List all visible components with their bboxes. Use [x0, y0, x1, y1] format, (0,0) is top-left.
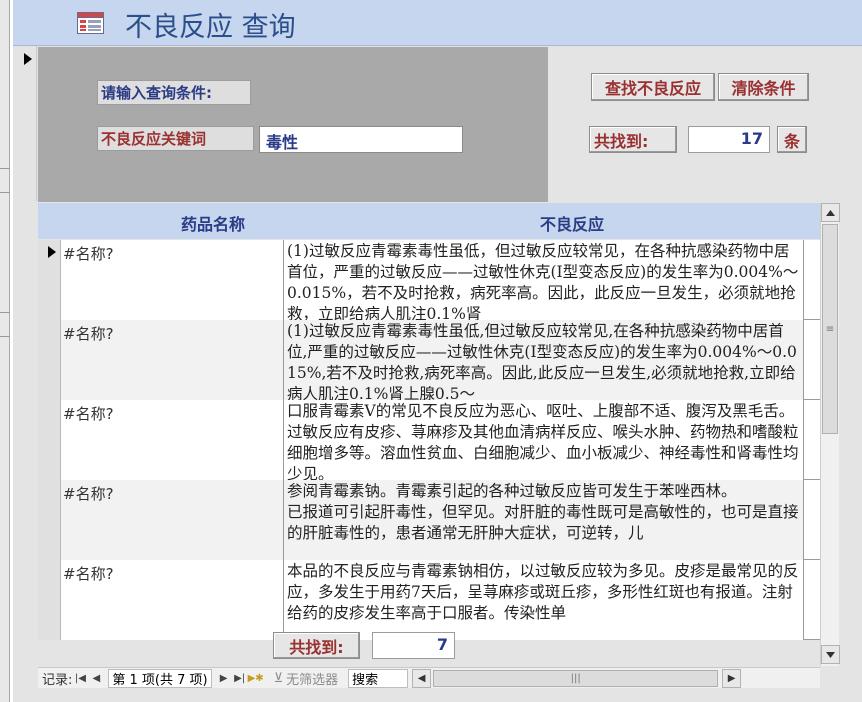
record-position-field[interactable]: 第 1 项(共 7 项) [108, 668, 212, 688]
form-title: 不良反应 查询 [125, 12, 296, 43]
filter-label: 无筛选器 [286, 672, 339, 688]
reaction-cell[interactable]: (1)过敏反应青霉素毒性虽低，但过敏反应较常见，在各种抗感染药物中居首位，严重的… [284, 240, 804, 320]
record-label: 记录: [42, 672, 73, 688]
row-selector[interactable] [38, 480, 61, 560]
current-record-arrow-icon [24, 53, 32, 65]
keyword-label: 不良反应关键词 [97, 126, 254, 151]
grid-header: 药品名称 不良反应 [38, 203, 820, 239]
drug-name-cell[interactable]: #名称? [61, 480, 284, 560]
row-selector[interactable] [38, 560, 61, 640]
vertical-scroll-thumb[interactable]: ≡ [822, 224, 838, 434]
form-icon [77, 12, 104, 34]
last-record-button[interactable]: ▶| [232, 669, 248, 688]
find-reaction-button[interactable]: 查找不良反应 [591, 73, 715, 101]
column-header-adverse-reaction[interactable]: 不良反应 [540, 211, 604, 235]
form-record-selector[interactable] [13, 46, 37, 201]
row-selector[interactable] [38, 240, 61, 320]
keyword-input[interactable]: 毒性 [259, 126, 463, 153]
current-row-arrow-icon [48, 246, 56, 258]
row-selector[interactable] [38, 400, 61, 480]
criteria-panel [38, 47, 548, 202]
drug-name-cell[interactable]: #名称? [61, 560, 284, 640]
scroll-left-button[interactable]: ◀ [412, 668, 432, 688]
table-row[interactable]: #名称? 口服青霉素V的常见不良反应为恶心、呕吐、上腹部不适、腹泻及黑毛舌。过敏… [38, 400, 820, 480]
table-row[interactable]: #名称? 参阅青霉素钠。青霉素引起的各种过敏反应皆可发生于苯唑西林。 已报道可引… [38, 480, 820, 560]
table-row[interactable]: #名称? 本品的不良反应与青霉素钠相仿，以过敏反应较为多见。皮疹是最常见的反应，… [38, 560, 820, 640]
previous-record-button[interactable]: ◀ [88, 669, 104, 688]
clear-criteria-button[interactable]: 清除条件 [718, 73, 809, 101]
scroll-up-button[interactable] [821, 203, 840, 222]
scroll-down-button[interactable] [821, 645, 840, 664]
reaction-cell[interactable]: 口服青霉素V的常见不良反应为恶心、呕吐、上腹部不适、腹泻及黑毛舌。过敏反应有皮疹… [284, 400, 804, 480]
filter-indicator[interactable]: ⊻ 无筛选器 [274, 669, 339, 688]
found-count-field: 17 [688, 126, 770, 153]
reaction-cell[interactable]: 参阅青霉素钠。青霉素引起的各种过敏反应皆可发生于苯唑西林。 已报道可引起肝毒性，… [284, 480, 804, 560]
column-header-drug-name[interactable]: 药品名称 [181, 211, 245, 235]
arrow-up-icon [826, 209, 835, 216]
new-record-button[interactable]: ▶✱ [248, 669, 264, 688]
reaction-cell[interactable]: 本品的不良反应与青霉素钠相仿，以过敏反应较为多见。皮疹是最常见的反应，多发生于用… [284, 560, 804, 640]
filter-icon: ⊻ [273, 670, 284, 686]
outer-window-edge [0, 0, 10, 702]
drug-name-cell[interactable]: #名称? [61, 240, 284, 320]
results-grid: #名称? (1)过敏反应青霉素毒性虽低，但过敏反应较常见，在各种抗感染药物中居首… [38, 240, 820, 640]
vertical-scrollbar[interactable]: ≡ [820, 203, 840, 666]
footer-count-field: 7 [372, 632, 455, 659]
horizontal-scroll-thumb[interactable]: ||| [433, 669, 719, 687]
arrow-down-icon [826, 651, 835, 658]
record-navigation-bar: 记录: |◀ ◀ 第 1 项(共 7 项) ▶ ▶| ▶✱ ⊻ 无筛选器 搜索 … [38, 667, 820, 688]
row-selector[interactable] [38, 320, 61, 400]
horizontal-scrollbar[interactable]: ◀ ||| ▶ [412, 668, 743, 688]
criteria-prompt-label: 请输入查询条件: [97, 80, 251, 105]
scroll-right-button[interactable]: ▶ [722, 668, 742, 688]
drug-name-cell[interactable]: #名称? [61, 400, 284, 480]
found-count-label: 共找到: [589, 126, 677, 153]
footer-found-label: 共找到: [273, 632, 360, 659]
search-input[interactable]: 搜索 [348, 668, 409, 688]
drug-name-cell[interactable]: #名称? [61, 320, 284, 400]
reaction-cell[interactable]: (1)过敏反应青霉素毒性虽低,但过敏反应较常见,在各种抗感染药物中居首位,严重的… [284, 320, 804, 400]
count-unit-label: 条 [777, 126, 807, 153]
table-row[interactable]: #名称? (1)过敏反应青霉素毒性虽低，但过敏反应较常见，在各种抗感染药物中居首… [38, 240, 820, 320]
first-record-button[interactable]: |◀ [72, 669, 88, 688]
next-record-button[interactable]: ▶ [216, 669, 232, 688]
table-row[interactable]: #名称? (1)过敏反应青霉素毒性虽低,但过敏反应较常见,在各种抗感染药物中居首… [38, 320, 820, 400]
